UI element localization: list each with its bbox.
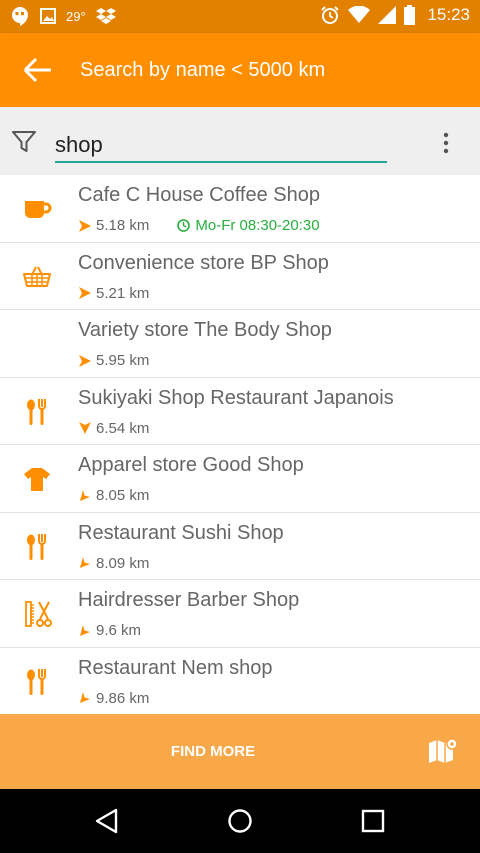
direction-east-icon: [79, 219, 91, 232]
place-meta: 8.05 km: [78, 487, 149, 504]
distance-text: 9.86 km: [96, 689, 150, 707]
coffee-cup-icon: [25, 201, 52, 218]
wifi-icon: [348, 6, 371, 23]
list-item[interactable]: Restaurant Nem shop 9.86 km: [0, 648, 480, 715]
bottom-bar: FIND MORE: [0, 714, 480, 789]
direction-southwest-icon: [80, 557, 90, 568]
list-item[interactable]: Cafe C House Coffee Shop 5.18 km Mo-Fr 0…: [0, 175, 480, 243]
status-left-icons: 29°: [10, 6, 116, 26]
home-circle-icon[interactable]: [227, 808, 253, 834]
opening-hours: Mo-Fr 08:30-20:30: [177, 217, 320, 234]
distance-text: 5.95 km: [96, 352, 150, 369]
hours-text: Mo-Fr 08:30-20:30: [195, 217, 320, 234]
tshirt-icon: [24, 468, 50, 491]
place-name: Restaurant Nem shop: [78, 656, 273, 679]
restaurant-icon: [27, 668, 46, 695]
app-bar: Search by name < 5000 km: [0, 33, 480, 107]
back-triangle-icon[interactable]: [94, 808, 120, 834]
place-meta: 5.18 km Mo-Fr 08:30-20:30: [78, 217, 320, 234]
place-name: Sukiyaki Shop Restaurant Japanois: [78, 386, 394, 409]
battery-icon: [404, 5, 416, 25]
signal-icon: [378, 6, 397, 24]
clock-icon: [177, 219, 191, 232]
system-nav-bar: [0, 789, 480, 853]
search-bar: [0, 107, 480, 175]
find-more-button[interactable]: FIND MORE: [0, 743, 426, 760]
place-name: Convenience store BP Shop: [78, 251, 329, 274]
place-meta: 9.6 km: [78, 622, 141, 639]
direction-east-icon: [79, 287, 91, 299]
restaurant-icon: [27, 398, 46, 425]
place-meta: 5.95 km: [78, 352, 149, 369]
dropbox-icon: [95, 8, 116, 24]
direction-southwest-icon: [80, 692, 90, 703]
list-item[interactable]: Apparel store Good Shop 8.05 km: [0, 445, 480, 513]
status-bar: 29° 15:23: [0, 0, 480, 33]
image-icon: [40, 8, 56, 24]
place-meta: 9.86 km: [78, 690, 149, 707]
comb-scissors-icon: [25, 601, 52, 627]
arrow-left-icon[interactable]: [22, 55, 54, 85]
direction-southwest-icon: [80, 624, 90, 636]
direction-southwest-icon: [80, 489, 90, 501]
place-name: Hairdresser Barber Shop: [78, 589, 300, 611]
place-meta: 6.54 km: [78, 420, 149, 437]
list-item[interactable]: Variety store The Body Shop 5.95 km: [0, 310, 480, 378]
status-right-icons: 15:23: [320, 5, 470, 25]
distance-text: 6.54 km: [96, 419, 150, 437]
temperature-text: 29°: [66, 8, 86, 24]
clock-text: 15:23: [427, 5, 470, 24]
list-item[interactable]: Sukiyaki Shop Restaurant Japanois 6.54 k…: [0, 378, 480, 445]
place-meta: 8.09 km: [78, 555, 149, 572]
alarm-icon: [321, 6, 340, 24]
basket-icon: [23, 266, 51, 287]
distance-text: 8.05 km: [96, 487, 150, 504]
direction-east-icon: [79, 354, 91, 367]
more-vert-icon[interactable]: [436, 131, 456, 155]
list-item[interactable]: Convenience store BP Shop 5.21 km: [0, 243, 480, 310]
distance-text: 5.18 km: [96, 217, 150, 234]
direction-south-icon: [79, 422, 91, 434]
place-name: Cafe C House Coffee Shop: [78, 184, 321, 206]
search-input[interactable]: [55, 131, 387, 163]
recents-square-icon[interactable]: [360, 808, 386, 834]
list-item[interactable]: Restaurant Sushi Shop 8.09 km: [0, 513, 480, 580]
filter-icon[interactable]: [12, 130, 36, 154]
list-item[interactable]: Hairdresser Barber Shop 9.6 km: [0, 580, 480, 648]
distance-text: 9.6 km: [96, 622, 142, 639]
place-name: Variety store The Body Shop: [78, 319, 332, 341]
map-icon[interactable]: [427, 736, 459, 768]
results-list: Cafe C House Coffee Shop 5.18 km Mo-Fr 0…: [0, 175, 480, 715]
distance-text: 8.09 km: [96, 554, 150, 572]
place-name: Restaurant Sushi Shop: [78, 521, 284, 544]
distance-text: 5.21 km: [96, 284, 150, 302]
hangouts-icon: [12, 7, 28, 26]
restaurant-icon: [27, 533, 46, 560]
page-title: Search by name < 5000 km: [80, 59, 326, 81]
place-name: Apparel store Good Shop: [78, 454, 304, 476]
place-meta: 5.21 km: [78, 285, 149, 302]
